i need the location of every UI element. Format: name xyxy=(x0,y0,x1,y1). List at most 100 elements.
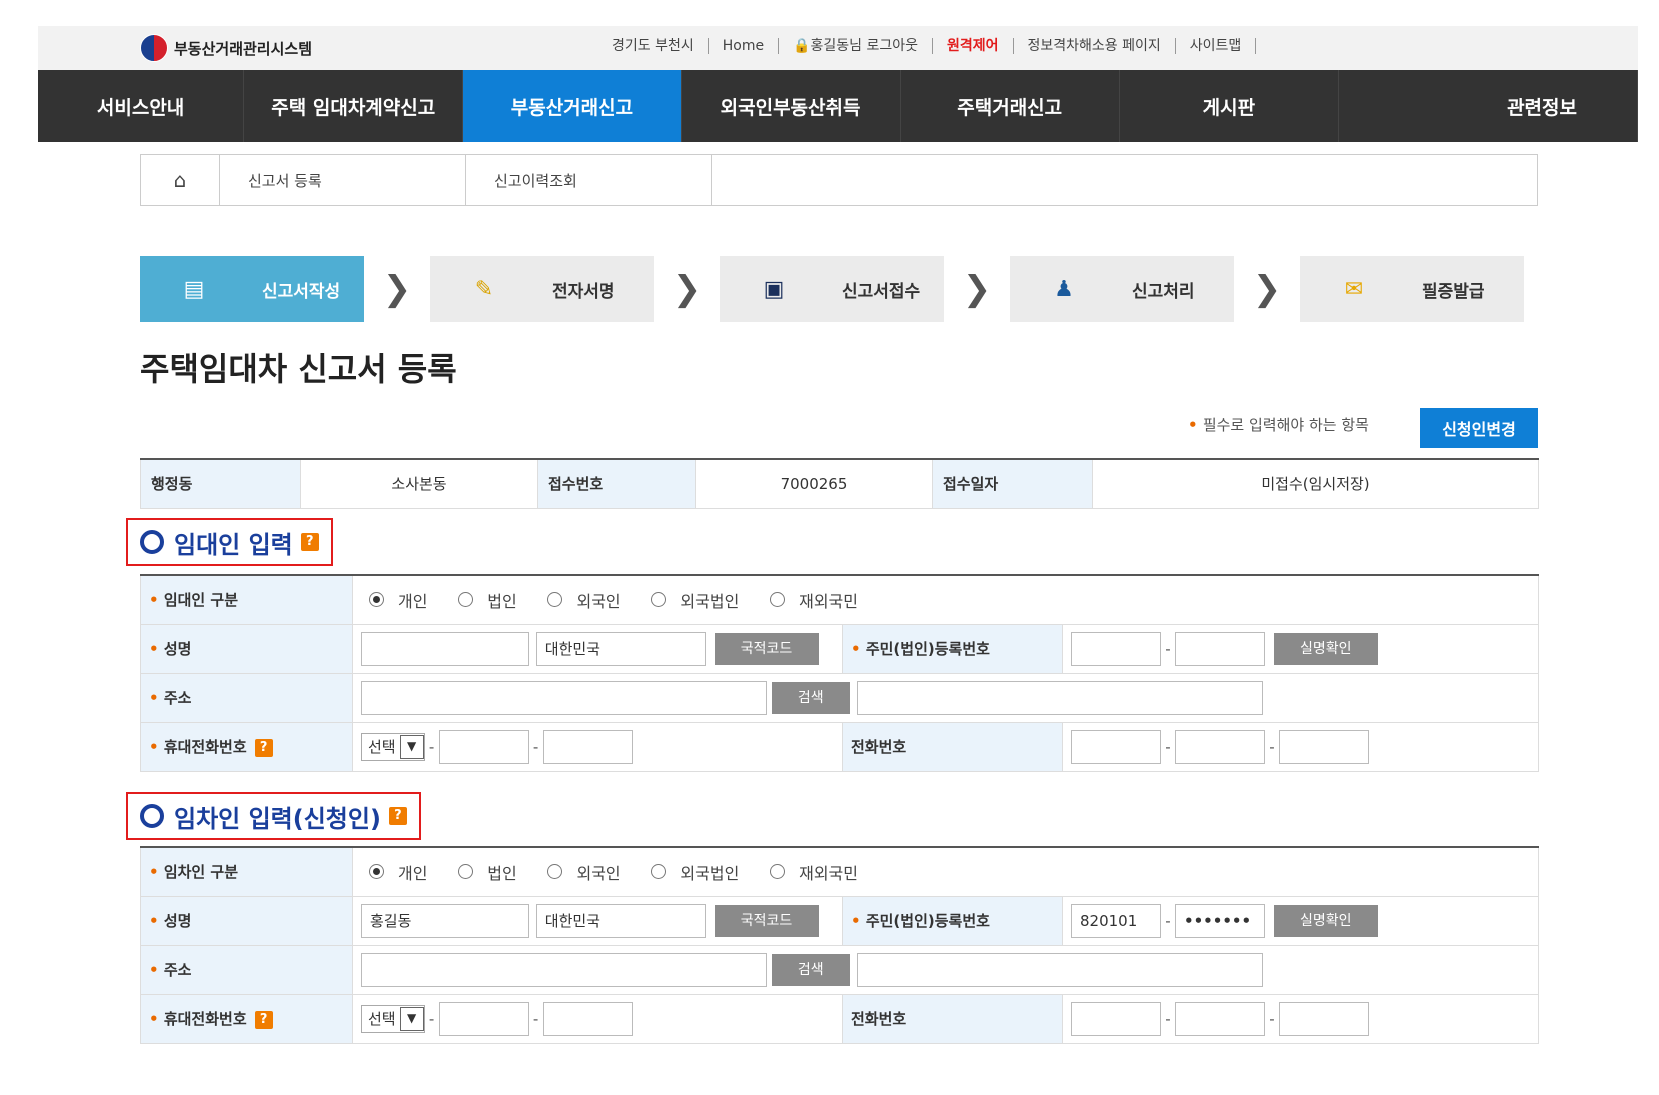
lessee-phone-last-input[interactable] xyxy=(1279,1001,1369,1036)
nav-item-service-info[interactable]: 서비스안내 xyxy=(38,70,245,142)
lessor-address-search-button[interactable]: 검색 xyxy=(771,681,850,714)
util-link-accessibility-page[interactable]: 정보격차해소용 페이지 xyxy=(1014,38,1176,54)
help-icon[interactable]: ? xyxy=(254,1010,273,1029)
lessor-phone-area-input[interactable] xyxy=(1071,729,1161,764)
util-link-home[interactable]: Home xyxy=(709,38,780,54)
chevron-right-icon: ❯ xyxy=(962,269,992,309)
lessee-mobile-prefix-select[interactable]: 선택 ▼ xyxy=(361,1004,425,1033)
radio-button[interactable] xyxy=(547,864,563,880)
util-link-remote-control[interactable]: 원격제어 xyxy=(933,38,1014,54)
dash-separator: - xyxy=(1165,737,1171,756)
pen-icon: ✎ xyxy=(474,276,494,302)
sub-nav-report-register[interactable]: 신고서 등록 xyxy=(220,155,466,205)
lessor-type-corporation[interactable]: 법인 xyxy=(458,588,517,612)
lessee-type-individual[interactable]: 개인 xyxy=(369,860,427,884)
radio-button[interactable] xyxy=(770,864,786,880)
nav-item-housing-transaction[interactable]: 주택거래신고 xyxy=(901,70,1120,142)
radio-button[interactable] xyxy=(547,592,563,608)
lessor-name-input[interactable] xyxy=(361,631,529,666)
lessor-id-front-input[interactable] xyxy=(1071,631,1161,666)
lessor-nationality-code-button[interactable]: 국적코드 xyxy=(714,632,819,665)
lessor-type-overseas-korean[interactable]: 재외국민 xyxy=(770,588,858,612)
chevron-right-icon: ❯ xyxy=(1252,269,1282,309)
lessee-address-detail-input[interactable] xyxy=(856,952,1263,987)
util-link-region[interactable]: 경기도 부천시 xyxy=(598,38,709,54)
lessee-type-radios: 개인 법인 외국인 외국법인 재외국민 xyxy=(351,846,1540,897)
lessee-address-input[interactable] xyxy=(361,952,767,987)
radio-label: 외국인 xyxy=(576,591,621,611)
radio-button[interactable] xyxy=(369,592,384,608)
lessee-verify-name-button[interactable]: 실명확인 xyxy=(1273,904,1378,937)
required-note-text: 필수로 입력해야 하는 항목 xyxy=(1202,416,1369,434)
home-icon[interactable]: ⌂ xyxy=(141,155,220,205)
lessor-type-foreign-corporation[interactable]: 외국법인 xyxy=(651,588,739,612)
step-label: 전자서명 xyxy=(552,281,615,302)
lessor-address-input[interactable] xyxy=(361,680,767,715)
lessor-verify-name-button[interactable]: 실명확인 xyxy=(1273,632,1378,665)
chevron-down-icon[interactable]: ▼ xyxy=(399,1007,424,1031)
lessor-id-back-input[interactable] xyxy=(1175,631,1265,666)
lessor-phone-middle-input[interactable] xyxy=(1175,729,1265,764)
lessee-mobile-last-input[interactable] xyxy=(542,1001,633,1036)
lessee-type-overseas-korean[interactable]: 재외국민 xyxy=(770,860,858,884)
lessee-id-front-input[interactable]: 820101 xyxy=(1071,903,1161,938)
sub-nav-report-history[interactable]: 신고이력조회 xyxy=(466,155,712,205)
site-logo[interactable]: 부동산거래관리시스템 xyxy=(140,34,312,62)
lessor-mobile-last-input[interactable] xyxy=(542,729,633,764)
lessor-id-cell: - 실명확인 xyxy=(1061,623,1540,674)
lessee-mobile-middle-input[interactable] xyxy=(438,1001,529,1036)
top-utility-bar: 부동산거래관리시스템 경기도 부천시 Home 🔒홍길동님 로그아웃 원격제어 … xyxy=(38,26,1638,70)
label-text: 주소 xyxy=(163,689,192,707)
nav-item-board[interactable]: 게시판 xyxy=(1120,70,1339,142)
lessor-nationality-input[interactable]: 대한민국 xyxy=(535,631,706,666)
lessee-id-back-input[interactable]: ••••••• xyxy=(1175,903,1265,938)
radio-button[interactable] xyxy=(458,864,474,880)
lessor-phone-last-input[interactable] xyxy=(1279,729,1369,764)
lessee-nationality-input[interactable]: 대한민국 xyxy=(535,903,706,938)
lessee-type-foreign-corporation[interactable]: 외국법인 xyxy=(651,860,739,884)
nav-item-related-info[interactable]: 관련정보 xyxy=(1339,70,1638,142)
lessee-name-input[interactable]: 홍길동 xyxy=(361,903,529,938)
page: 부동산거래관리시스템 경기도 부천시 Home 🔒홍길동님 로그아웃 원격제어 … xyxy=(0,0,1659,1095)
radio-button[interactable] xyxy=(770,592,786,608)
dash-separator: - xyxy=(1269,737,1275,756)
lessor-type-individual[interactable]: 개인 xyxy=(369,588,427,612)
lessee-address-label: • 주소 xyxy=(140,944,353,995)
lessor-section-label: 임대인 입력 xyxy=(174,530,293,559)
radio-button[interactable] xyxy=(458,592,474,608)
nav-item-real-estate-report[interactable]: 부동산거래신고 xyxy=(463,70,682,142)
lessor-mobile-middle-input[interactable] xyxy=(438,729,529,764)
lessee-phone-area-input[interactable] xyxy=(1071,1001,1161,1036)
lessor-mobile-prefix-select[interactable]: 선택 ▼ xyxy=(361,732,425,761)
lessee-phone-middle-input[interactable] xyxy=(1175,1001,1265,1036)
select-value: 선택 xyxy=(368,737,396,756)
info-value-dong: 소사본동 xyxy=(300,458,538,509)
lessor-address-detail-input[interactable] xyxy=(856,680,1263,715)
lessee-id-label: • 주민(법인)등록번호 xyxy=(842,895,1063,946)
help-icon[interactable]: ? xyxy=(388,807,407,825)
radio-button[interactable] xyxy=(369,864,384,880)
lessee-phone-label: 전화번호 xyxy=(842,993,1063,1044)
lessee-type-corporation[interactable]: 법인 xyxy=(458,860,517,884)
help-icon[interactable]: ? xyxy=(300,533,319,551)
lessee-address-search-button[interactable]: 검색 xyxy=(771,953,850,986)
change-applicant-button[interactable]: 신청인변경 xyxy=(1420,408,1538,448)
radio-label: 법인 xyxy=(487,863,517,883)
help-icon[interactable]: ? xyxy=(254,738,273,757)
util-link-sitemap[interactable]: 사이트맵 xyxy=(1176,38,1257,54)
lessee-type-foreigner[interactable]: 외국인 xyxy=(547,860,621,884)
nav-item-foreigner-acquisition[interactable]: 외국인부동산취득 xyxy=(682,70,901,142)
lessee-mobile-label: • 휴대전화번호? xyxy=(140,993,353,1044)
label-text: 휴대전화번호 xyxy=(163,1010,247,1028)
lessor-type-foreigner[interactable]: 외국인 xyxy=(547,588,621,612)
radio-label: 법인 xyxy=(487,591,517,611)
nav-item-lease-report[interactable]: 주택 임대차계약신고 xyxy=(244,70,464,142)
radio-button[interactable] xyxy=(651,864,667,880)
chevron-down-icon[interactable]: ▼ xyxy=(399,735,424,759)
document-icon: ▤ xyxy=(183,276,205,302)
radio-button[interactable] xyxy=(651,592,667,608)
util-link-logout[interactable]: 🔒홍길동님 로그아웃 xyxy=(779,38,933,54)
lessor-id-label: • 주민(법인)등록번호 xyxy=(842,623,1063,674)
lessee-nationality-code-button[interactable]: 국적코드 xyxy=(714,904,819,937)
page-title: 주택임대차 신고서 등록 xyxy=(140,350,457,388)
